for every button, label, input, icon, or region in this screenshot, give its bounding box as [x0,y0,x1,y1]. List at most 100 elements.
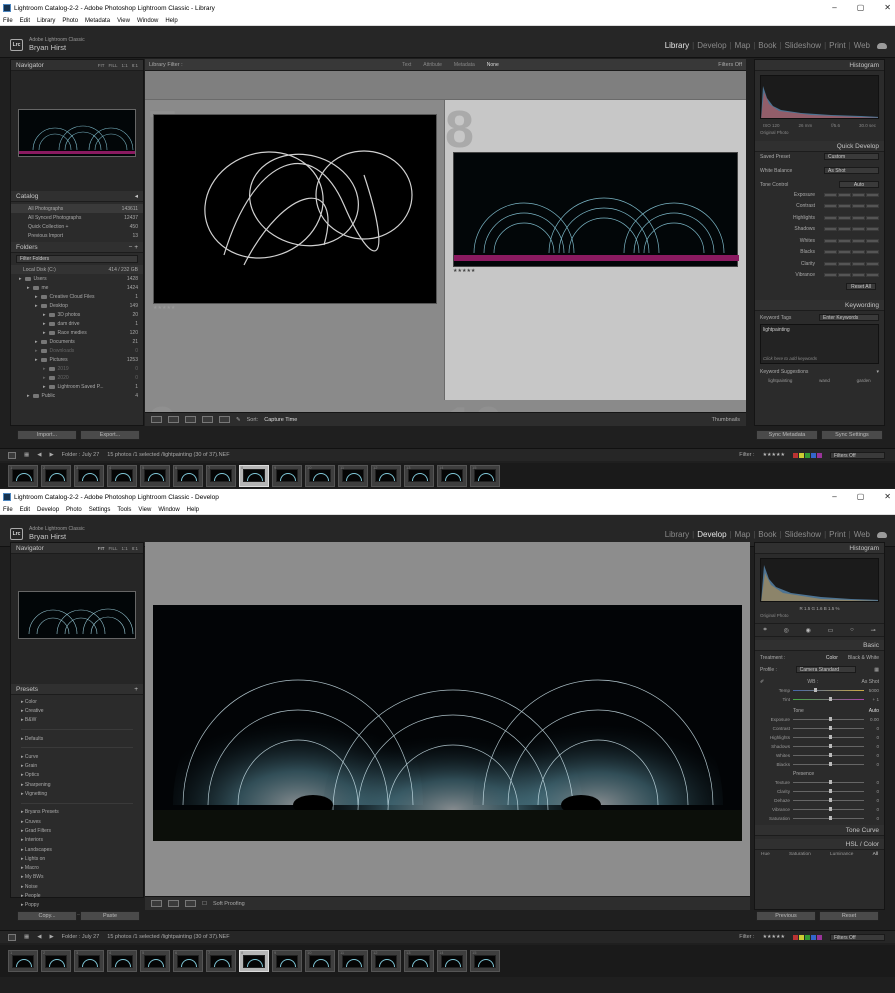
original-photo-check[interactable]: Original Photo [755,611,884,620]
folder-row[interactable]: ▸ Public 4 [11,391,143,400]
develop-photo[interactable] [153,605,742,841]
folder-row[interactable]: ▸ 2019 0 [11,364,143,373]
module-web[interactable]: Web [854,530,870,539]
volume-row[interactable]: Local Disk (C:) 414 / 232 GB [11,265,143,274]
filmstrip-thumbnail[interactable]: 11 [338,950,368,972]
folder-row[interactable]: ▸ 2020 0 [11,373,143,382]
filmstrip-thumbnail[interactable]: 2 [41,464,71,487]
module-map[interactable]: Map [735,41,751,50]
filmstrip-folder[interactable]: Folder : July 27 [62,934,100,940]
menu-settings[interactable]: Settings [89,507,111,513]
folder-row[interactable]: ▸ 3D photos 20 [11,310,143,319]
filmstrip-thumbnail[interactable]: 15 [470,950,500,972]
histogram[interactable] [760,558,879,602]
keyword-suggestions-header[interactable]: Keyword Suggestions ▾ [755,367,884,376]
adjustment-slider[interactable]: Shadows 0 [755,742,884,751]
forward-arrow-icon[interactable]: ▶ [49,452,53,458]
hsl-tab-saturation[interactable]: Saturation [789,852,811,857]
nav-fill[interactable]: FILL [108,63,117,68]
qd-step-buttons[interactable] [824,192,879,197]
navigator-preview[interactable] [18,591,136,639]
preset-folder[interactable]: ▸ Poppy [11,901,143,910]
filmstrip-thumbnail[interactable]: 8 [239,950,269,972]
grid-cell-selected[interactable]: 8 ★★★★★ [445,100,746,400]
keywording-header[interactable]: Keywording [755,300,884,311]
filmstrip-thumbnail[interactable]: 13 [404,464,434,487]
suggestion-chip[interactable]: lightpainting [768,378,792,383]
maximize-icon[interactable]: ▢ [857,3,865,12]
folder-row[interactable]: ▸ Users 1428 [11,274,143,283]
suggestion-chip[interactable]: wand [819,378,830,383]
filmstrip-thumbnail[interactable]: 2 [41,950,71,972]
filmstrip-thumbnail[interactable]: 6 [173,950,203,972]
preset-folder[interactable]: ▸ Defaults [11,734,143,743]
preset-folder[interactable]: ▸ Optics [11,771,143,780]
sync-settings-button[interactable]: Sync Settings [821,430,883,440]
hsl-tab-all[interactable]: All [873,852,878,857]
hsl-tab-luminance[interactable]: Luminance [830,852,853,857]
filters-off-dropdown[interactable]: Filters Off [718,62,742,68]
disclosure-icon[interactable]: ▸ [43,375,46,381]
filmstrip-thumbnail[interactable]: 4 [107,464,137,487]
graduated-filter-icon[interactable]: ▭ [828,627,834,634]
preset-folder[interactable]: ▸ Grad Filters [11,826,143,835]
folder-row[interactable]: ▸ Downloads 0 [11,346,143,355]
import-button[interactable]: Import... [17,430,77,440]
filmstrip-thumbnail[interactable]: 7 [206,950,236,972]
red-eye-icon[interactable]: ◉ [806,627,811,634]
spot-removal-icon[interactable]: ◎ [784,627,789,634]
adjustment-slider[interactable]: Blacks 0 [755,760,884,769]
menu-help[interactable]: Help [165,18,177,24]
module-print[interactable]: Print [829,41,845,50]
module-book[interactable]: Book [758,41,776,50]
painter-icon[interactable]: ✎ [236,417,241,423]
disclosure-icon[interactable]: ▸ [35,357,38,363]
filmstrip-thumbnail[interactable]: 8 [239,464,269,487]
sync-metadata-button[interactable]: Sync Metadata [756,430,818,440]
tone-auto-button[interactable]: Auto [869,708,879,714]
module-slideshow[interactable]: Slideshow [785,530,821,539]
disclosure-icon[interactable]: ▸ [35,339,38,345]
grid-small-icon[interactable]: ▦ [24,934,29,940]
compare-view-icon[interactable] [185,416,196,423]
disclosure-icon[interactable]: ▸ [43,312,46,318]
filmstrip-thumbnail[interactable]: 15 [470,464,500,487]
color-label-filter[interactable] [793,452,822,458]
filmstrip-thumbnail[interactable]: 9 [272,464,302,487]
folder-row[interactable]: ▸ Documents 21 [11,337,143,346]
disclosure-icon[interactable]: ▸ [35,348,38,354]
qd-step-buttons[interactable] [824,238,879,243]
folders-header[interactable]: Folders − + [11,242,143,253]
hsl-header[interactable]: HSL / Color [755,839,884,850]
histogram-header[interactable]: Histogram [755,60,884,71]
filmstrip-thumbnail[interactable]: 10 [305,950,335,972]
menu-photo[interactable]: Photo [66,507,82,513]
adjustment-slider[interactable]: Contrast 0 [755,724,884,733]
basic-header[interactable]: Basic [755,640,884,651]
reset-button[interactable]: Reset [819,911,879,921]
disclosure-icon[interactable]: ▸ [43,384,46,390]
nav-fit[interactable]: FIT [98,546,105,551]
preset-folder[interactable]: ▸ Sharpening [11,780,143,789]
menu-file[interactable]: File [3,18,13,24]
qd-step-buttons[interactable] [824,261,879,266]
treatment-color[interactable]: Color [826,655,838,661]
previous-button[interactable]: Previous [756,911,816,921]
menu-help[interactable]: Help [187,507,199,513]
close-icon[interactable]: ✕ [884,492,891,501]
filmstrip-star-filter[interactable]: ★★★★★ [763,452,785,458]
preset-folder[interactable]: ▸ Landscapes [11,845,143,854]
disclosure-icon[interactable]: ▸ [19,276,22,282]
minimize-icon[interactable]: – [832,492,836,501]
soft-proofing-checkbox[interactable]: ☐ [202,901,207,907]
module-library[interactable]: Library [665,41,689,50]
menu-file[interactable]: File [3,507,13,513]
before-after-icon[interactable] [168,900,179,907]
keyword-tags-dropdown[interactable]: Enter Keywords [819,314,879,321]
menu-photo[interactable]: Photo [62,18,78,24]
preset-folder[interactable]: ▸ Grain [11,761,143,770]
white-balance-dropdown[interactable]: As Shot [824,167,879,174]
menu-edit[interactable]: Edit [20,507,30,513]
navigator-header[interactable]: Navigator FIT FILL 1:1 8:1 [11,60,143,71]
export-button[interactable]: Export... [80,430,140,440]
